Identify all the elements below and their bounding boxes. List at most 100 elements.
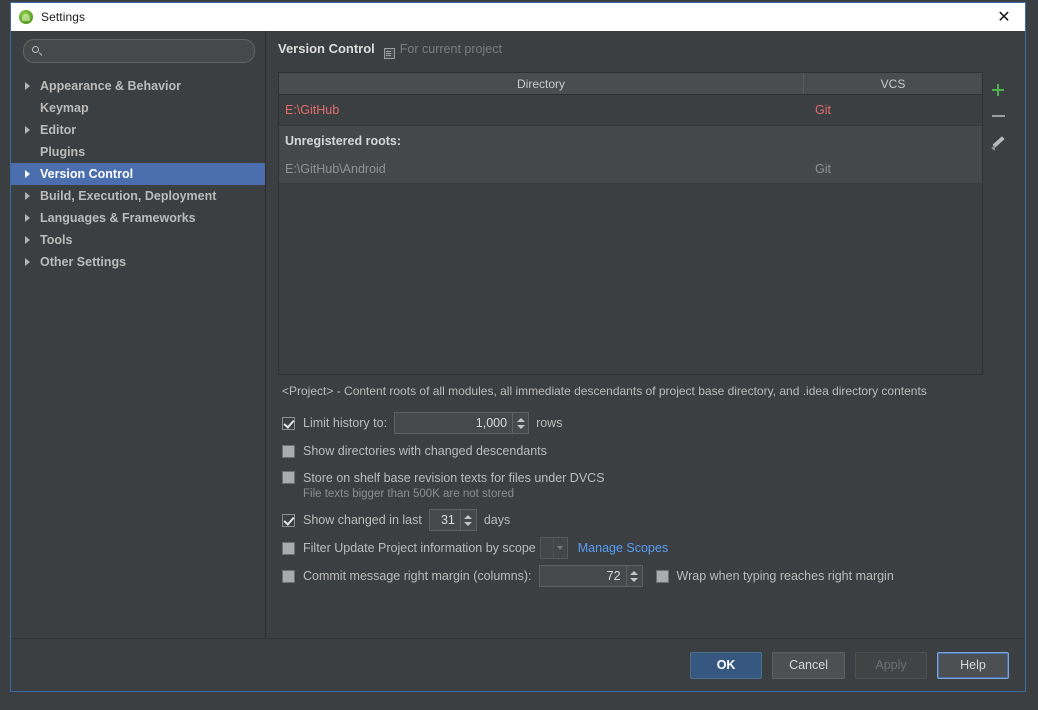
- sidebar-item-label: Languages & Frameworks: [40, 211, 196, 225]
- sidebar-item-label: Plugins: [40, 145, 86, 159]
- search-wrap: [11, 39, 265, 71]
- search-icon: [32, 45, 43, 57]
- sidebar-item-version-control[interactable]: Version Control: [11, 163, 265, 185]
- commit-margin-stepper[interactable]: 72: [538, 565, 643, 587]
- column-header-directory[interactable]: Directory: [279, 73, 804, 94]
- store-on-shelf-checkbox[interactable]: [282, 471, 295, 484]
- ide-left-strip: [0, 0, 10, 710]
- limit-history-suffix: rows: [536, 416, 563, 430]
- sidebar-item-label: Tools: [40, 233, 73, 247]
- show-directories-checkbox[interactable]: [282, 444, 295, 458]
- option-store-on-shelf: Store on shelf base revision texts for f…: [278, 465, 1013, 490]
- limit-history-value[interactable]: 1,000: [395, 413, 512, 433]
- settings-dialog: Settings ✕ Appearance & Behavior Keymap: [10, 2, 1026, 692]
- chevron-right-icon: [25, 126, 39, 134]
- close-icon[interactable]: ✕: [993, 6, 1015, 28]
- table-header-row: Directory VCS: [279, 73, 982, 95]
- cell-vcs: Git: [815, 162, 831, 176]
- wrap-when-typing-label: Wrap when typing reaches right margin: [676, 569, 894, 583]
- show-changed-value[interactable]: 31: [430, 510, 460, 530]
- limit-history-checkbox[interactable]: [282, 416, 295, 430]
- vcs-directory-table[interactable]: Directory VCS E:\GitHub Git Unregistered…: [278, 72, 983, 375]
- page-title: Version Control: [278, 41, 375, 56]
- show-directories-label: Show directories with changed descendant…: [303, 444, 547, 458]
- sidebar-item-plugins[interactable]: Plugins: [11, 141, 265, 163]
- chevron-right-icon: [25, 214, 39, 222]
- chevron-right-icon: [25, 258, 39, 266]
- option-limit-history: Limit history to: 1,000 rows: [278, 409, 1013, 437]
- help-button[interactable]: Help: [937, 651, 1009, 679]
- settings-content: Version Control For current project Dire…: [266, 31, 1025, 638]
- ide-bottom-strip: [0, 692, 1038, 710]
- cell-directory: E:\GitHub: [285, 103, 340, 117]
- table-row[interactable]: E:\GitHub Git: [279, 95, 982, 126]
- apply-button: Apply: [855, 651, 927, 679]
- chevron-down-icon: [552, 538, 567, 558]
- wrap-when-typing-checkbox[interactable]: [655, 569, 669, 583]
- chevron-right-icon: [25, 192, 39, 200]
- remove-directory-button[interactable]: [985, 103, 1011, 129]
- sidebar-item-languages-frameworks[interactable]: Languages & Frameworks: [11, 207, 265, 229]
- sidebar-item-label: Keymap: [40, 101, 89, 115]
- option-filter-by-scope: Filter Update Project information by sco…: [278, 534, 1013, 562]
- column-header-vcs[interactable]: VCS: [804, 73, 982, 94]
- option-show-directories: Show directories with changed descendant…: [278, 437, 1013, 465]
- sidebar-item-editor[interactable]: Editor: [11, 119, 265, 141]
- project-scope-icon: [383, 47, 395, 59]
- project-note: <Project> - Content roots of all modules…: [282, 384, 927, 398]
- dialog-body: Appearance & Behavior Keymap Editor Plug…: [11, 31, 1025, 638]
- filter-by-scope-checkbox[interactable]: [282, 541, 295, 555]
- show-changed-label: Show changed in last: [303, 513, 422, 527]
- sidebar-item-keymap[interactable]: Keymap: [11, 97, 265, 119]
- sidebar-item-other-settings[interactable]: Other Settings: [11, 251, 265, 273]
- filter-by-scope-label: Filter Update Project information by sco…: [303, 541, 536, 555]
- limit-history-stepper[interactable]: 1,000: [394, 412, 530, 434]
- chevron-right-icon: [25, 170, 39, 178]
- sidebar-item-appearance-behavior[interactable]: Appearance & Behavior: [11, 75, 265, 97]
- android-studio-icon: [19, 10, 33, 24]
- store-on-shelf-label: Store on shelf base revision texts for f…: [303, 470, 605, 485]
- dialog-footer: OK Cancel Apply Help: [11, 638, 1025, 691]
- limit-history-label: Limit history to:: [303, 416, 388, 430]
- show-changed-checkbox[interactable]: [282, 513, 295, 527]
- option-commit-margin: Commit message right margin (columns): 7…: [278, 562, 1013, 590]
- add-directory-button[interactable]: [985, 77, 1011, 103]
- stepper-arrows-icon[interactable]: [625, 566, 642, 586]
- settings-tree: Appearance & Behavior Keymap Editor Plug…: [11, 75, 265, 273]
- chevron-right-icon: [25, 236, 39, 244]
- show-changed-suffix: days: [483, 513, 511, 527]
- ok-button[interactable]: OK: [690, 651, 763, 679]
- stepper-arrows-icon[interactable]: [512, 413, 529, 433]
- dialog-titlebar: Settings ✕: [11, 3, 1025, 31]
- commit-margin-checkbox[interactable]: [282, 569, 295, 583]
- sidebar-item-build-execution-deployment[interactable]: Build, Execution, Deployment: [11, 185, 265, 207]
- commit-margin-label: Commit message right margin (columns):: [303, 569, 532, 583]
- plus-icon: [991, 83, 1005, 97]
- settings-sidebar: Appearance & Behavior Keymap Editor Plug…: [11, 31, 266, 638]
- table-toolbar: [983, 72, 1013, 375]
- cell-directory: E:\GitHub\Android: [285, 162, 386, 176]
- sidebar-item-tools[interactable]: Tools: [11, 229, 265, 251]
- table-region: Directory VCS E:\GitHub Git Unregistered…: [278, 72, 1013, 375]
- scope-label: For current project: [399, 42, 502, 56]
- table-row-group-header: Unregistered roots:: [279, 126, 982, 155]
- cell-vcs: Git: [815, 103, 831, 117]
- sidebar-item-label: Editor: [40, 123, 77, 137]
- manage-scopes-link[interactable]: Manage Scopes: [578, 541, 668, 555]
- sidebar-item-label: Build, Execution, Deployment: [40, 189, 217, 203]
- content-header: Version Control For current project: [278, 41, 1013, 65]
- edit-directory-button[interactable]: [985, 129, 1011, 155]
- store-on-shelf-note: File texts bigger than 500K are not stor…: [303, 488, 514, 500]
- table-row[interactable]: E:\GitHub\Android Git: [279, 155, 982, 184]
- cell-group-label: Unregistered roots:: [285, 133, 401, 148]
- commit-margin-value[interactable]: 72: [540, 566, 626, 586]
- sidebar-item-label: Version Control: [40, 167, 134, 181]
- cancel-button[interactable]: Cancel: [772, 651, 845, 679]
- options-list: Limit history to: 1,000 rows Show direct…: [278, 409, 1013, 590]
- show-changed-stepper[interactable]: 31: [428, 509, 477, 531]
- search-input[interactable]: [48, 43, 246, 59]
- stepper-arrows-icon[interactable]: [459, 510, 476, 530]
- search-box[interactable]: [23, 39, 255, 63]
- sidebar-item-label: Appearance & Behavior: [40, 79, 182, 93]
- scope-select[interactable]: [539, 537, 568, 559]
